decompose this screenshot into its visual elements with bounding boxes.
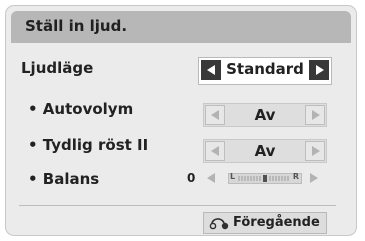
triangle-left-icon xyxy=(211,110,219,120)
autovolume-next-arrow[interactable] xyxy=(305,105,325,125)
balance-right-arrow[interactable] xyxy=(310,173,318,183)
triangle-right-icon xyxy=(312,146,320,156)
previous-label: Föregående xyxy=(233,215,320,230)
triangle-right-icon xyxy=(312,110,320,120)
clear-voice-next-arrow[interactable] xyxy=(305,141,325,161)
clear-voice-prev-arrow[interactable] xyxy=(205,141,225,161)
autovolume-value: Av xyxy=(254,106,276,124)
balance-left-arrow[interactable] xyxy=(207,173,215,183)
clear-voice-label: • Tydlig röst II xyxy=(28,136,149,154)
panel-header: Ställ in ljud. xyxy=(11,11,351,43)
balance-label: • Balans xyxy=(28,170,100,188)
autovolume-prev-arrow[interactable] xyxy=(205,105,225,125)
autovolume-label: • Autovolym xyxy=(28,100,134,118)
autovolume-selector[interactable]: Av xyxy=(203,103,327,127)
balance-thumb[interactable] xyxy=(263,175,267,182)
mode-prev-arrow[interactable] xyxy=(201,60,221,80)
sound-mode-selector[interactable]: Standard xyxy=(198,57,332,85)
balance-slider[interactable]: L R xyxy=(228,172,302,184)
return-icon xyxy=(209,218,229,230)
sound-mode-value: Standard xyxy=(226,60,304,78)
clear-voice-value: Av xyxy=(254,142,276,160)
triangle-left-icon xyxy=(207,65,215,75)
sound-mode-label: Ljudläge xyxy=(21,59,94,77)
balance-value: 0 xyxy=(187,171,196,185)
balance-right-marker: R xyxy=(292,172,299,181)
panel-title: Ställ in ljud. xyxy=(25,17,128,35)
balance-left-marker: L xyxy=(230,172,236,181)
clear-voice-selector[interactable]: Av xyxy=(203,139,327,163)
triangle-right-icon xyxy=(316,65,324,75)
triangle-left-icon xyxy=(211,146,219,156)
footer-divider xyxy=(19,205,336,206)
previous-button[interactable]: Föregående xyxy=(203,212,327,234)
mode-next-arrow[interactable] xyxy=(309,60,329,80)
